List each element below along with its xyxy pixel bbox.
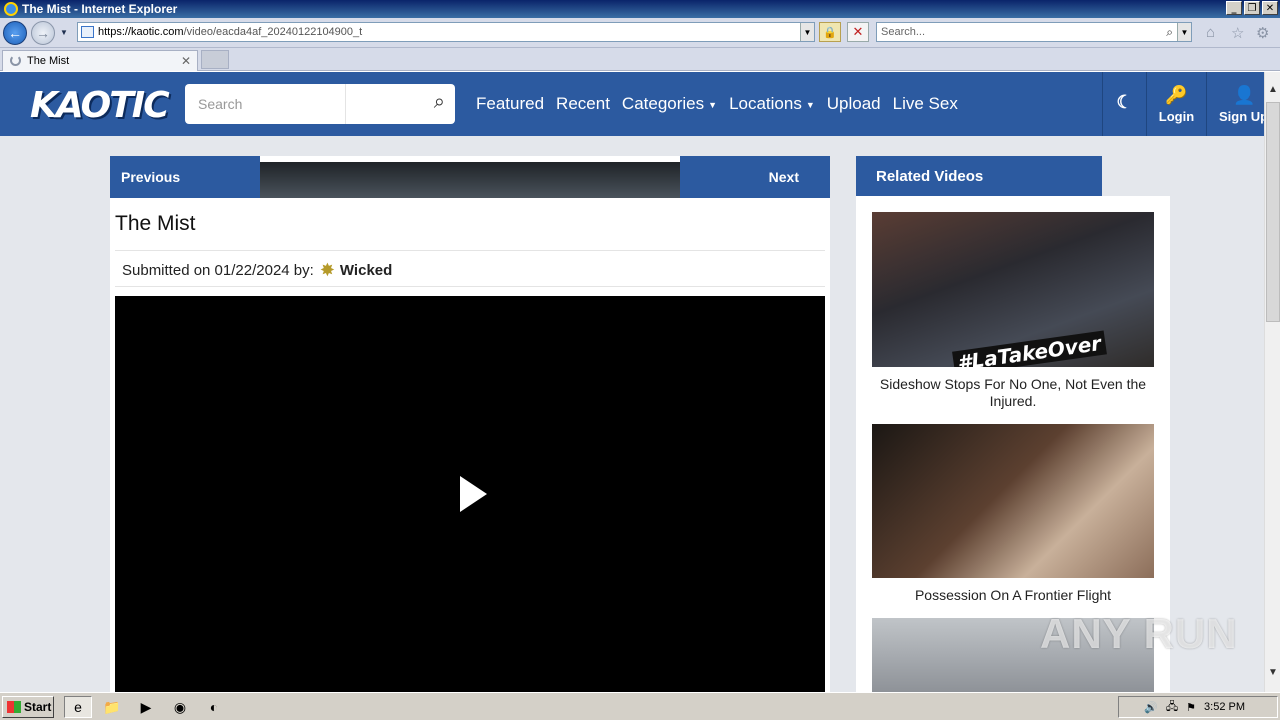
history-dropdown-icon[interactable]: ▼: [60, 28, 68, 37]
user-badge-icon: ✸: [319, 260, 335, 280]
nav-live-sex[interactable]: Live Sex: [893, 94, 958, 114]
divider: [115, 250, 825, 251]
login-label: Login: [1158, 108, 1195, 124]
browser-search-placeholder: Search...: [881, 26, 926, 38]
play-icon[interactable]: [460, 476, 487, 512]
next-button[interactable]: Next: [680, 156, 830, 198]
scrollbar-thumb[interactable]: [1266, 102, 1280, 322]
browser-search-input[interactable]: Search... ⌕ ▼: [876, 22, 1192, 42]
login-button[interactable]: 🔑 Login: [1146, 72, 1206, 136]
address-path: /video/eacda4af_20240122104900_t: [183, 26, 363, 38]
loading-spinner-icon: [10, 55, 21, 66]
prev-next-bar: Previous Next: [110, 156, 830, 198]
signup-label: Sign Up: [1219, 108, 1269, 124]
volume-icon[interactable]: 🔊: [1144, 701, 1158, 714]
nav-categories-label: Categories: [621, 94, 705, 113]
video-player[interactable]: [115, 296, 825, 692]
related-title[interactable]: Possession On A Frontier Flight: [872, 587, 1154, 604]
taskbar-media-player-icon[interactable]: ▶: [132, 696, 160, 718]
main-nav: Featured Recent Categories ▼ Locations ▼ U…: [476, 94, 958, 114]
page-scrollbar[interactable]: ▲ ▼: [1264, 72, 1280, 692]
taskbar-explorer-icon[interactable]: 📁: [98, 696, 126, 718]
network-icon[interactable]: 🖧: [1166, 698, 1178, 717]
window-title-bar: The Mist - Internet Explorer _ ❐ ✕: [0, 0, 1280, 18]
caret-down-icon: ▼: [708, 99, 718, 110]
forward-arrow-icon: →: [36, 25, 50, 41]
clock[interactable]: 3:52 PM: [1204, 701, 1245, 713]
tab-the-mist[interactable]: The Mist ✕: [2, 50, 198, 71]
restore-button[interactable]: ❐: [1244, 1, 1260, 15]
key-icon: 🔑: [1165, 84, 1188, 105]
previous-button[interactable]: Previous: [110, 156, 260, 198]
related-title[interactable]: Sideshow Stops For No One, Not Even the …: [872, 376, 1154, 410]
submitted-info: Submitted on 01/22/2024 by: ✸ Wicked: [122, 260, 392, 281]
flag-icon[interactable]: ⚑: [1186, 701, 1196, 714]
related-videos-header: Related Videos: [856, 156, 1102, 196]
page-body: Previous Next The Mist Submitted on 01/2…: [0, 136, 1264, 692]
site-header: KAOTIC Search ⌕ Featured Recent Categori…: [0, 72, 1268, 136]
nav-locations-label: Locations: [729, 94, 802, 113]
windows-logo-icon: [7, 701, 21, 713]
close-window-button[interactable]: ✕: [1262, 1, 1278, 15]
window-title: The Mist - Internet Explorer: [22, 2, 178, 16]
dark-mode-toggle[interactable]: ☾: [1102, 72, 1146, 136]
stop-button[interactable]: ✕: [847, 22, 869, 42]
submitted-text: Submitted on 01/22/2024 by:: [122, 262, 314, 279]
nav-band: [260, 162, 680, 198]
add-user-icon: 👤: [1233, 84, 1256, 105]
taskbar-ie-icon[interactable]: e: [64, 696, 92, 718]
search-icon[interactable]: ⌕: [1166, 25, 1173, 40]
favorites-star-icon[interactable]: ☆: [1231, 24, 1244, 42]
forward-button[interactable]: →: [31, 21, 55, 45]
scroll-down-icon[interactable]: ▼: [1268, 667, 1278, 678]
related-thumbnail[interactable]: #LaTakeOver: [872, 212, 1154, 367]
address-dropdown-icon[interactable]: ▼: [800, 23, 814, 41]
back-arrow-icon: ←: [8, 25, 22, 41]
watermark: ANY RUN: [1040, 610, 1238, 657]
system-tray: 🔊 🖧 ⚑ 3:52 PM: [1118, 696, 1278, 718]
tab-bar: The Mist ✕: [0, 48, 1280, 71]
minimize-button[interactable]: _: [1226, 1, 1242, 15]
tab-title: The Mist: [27, 55, 70, 67]
nav-locations[interactable]: Locations ▼: [729, 94, 815, 114]
related-thumbnail[interactable]: [872, 424, 1154, 578]
ie-logo-icon: [4, 2, 18, 16]
site-logo[interactable]: KAOTIC: [30, 80, 170, 130]
taskbar-edge-icon[interactable]: ◐: [200, 696, 228, 718]
back-button[interactable]: ←: [3, 21, 27, 45]
moon-icon: ☾: [1116, 92, 1133, 112]
caret-down-icon: ▼: [805, 99, 815, 110]
scroll-up-icon[interactable]: ▲: [1268, 84, 1278, 95]
new-tab-button[interactable]: [201, 50, 229, 69]
nav-categories[interactable]: Categories ▼: [622, 94, 717, 114]
start-button[interactable]: Start: [2, 696, 54, 718]
taskbar: Start e 📁 ▶ ◉ ◐ 🔊 🖧 ⚑ 3:52 PM: [0, 692, 1280, 720]
video-title: The Mist: [115, 212, 196, 235]
divider: [115, 286, 825, 287]
home-icon[interactable]: ⌂: [1206, 24, 1215, 41]
settings-gear-icon[interactable]: ⚙: [1256, 24, 1269, 42]
start-label: Start: [24, 700, 52, 714]
taskbar-chrome-icon[interactable]: ◉: [166, 696, 194, 718]
search-divider: [345, 84, 346, 124]
nav-featured[interactable]: Featured: [476, 94, 544, 114]
nav-recent[interactable]: Recent: [556, 94, 610, 114]
thumbnail-overlay-text: #LaTakeOver: [952, 330, 1107, 367]
video-panel: The Mist Submitted on 01/22/2024 by: ✸ W…: [110, 198, 830, 692]
address-host: https://kaotic.com: [98, 26, 184, 38]
browser-toolbar: ← → ▼ https://kaotic.com/video/eacda4af_…: [0, 18, 1280, 48]
page-icon: [81, 26, 94, 38]
address-bar[interactable]: https://kaotic.com/video/eacda4af_202401…: [77, 22, 815, 42]
nav-upload[interactable]: Upload: [827, 94, 881, 114]
author-link[interactable]: Wicked: [340, 262, 392, 279]
site-search-icon[interactable]: ⌕: [434, 91, 445, 114]
close-tab-icon[interactable]: ✕: [181, 54, 191, 68]
site-search-input[interactable]: Search ⌕: [185, 84, 455, 124]
lock-icon[interactable]: 🔒: [819, 22, 841, 42]
site-search-placeholder: Search: [198, 96, 243, 112]
search-dropdown-icon[interactable]: ▼: [1177, 23, 1191, 41]
